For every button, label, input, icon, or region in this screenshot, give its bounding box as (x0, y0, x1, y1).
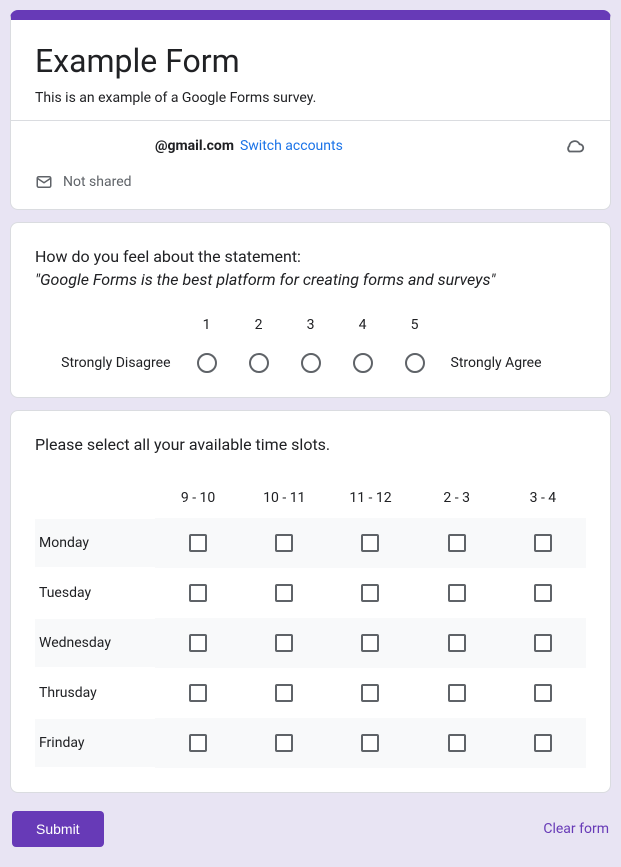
not-shared-text: Not shared (63, 174, 132, 190)
draft-icon (35, 173, 53, 191)
grid-checkbox[interactable] (275, 584, 293, 602)
account-row: @gmail.com Switch accounts (35, 121, 586, 165)
clear-form-link[interactable]: Clear form (543, 821, 609, 837)
grid-checkbox[interactable] (448, 634, 466, 652)
grid-checkbox[interactable] (275, 634, 293, 652)
grid-checkbox[interactable] (534, 584, 552, 602)
grid-checkbox[interactable] (534, 634, 552, 652)
grid-col-header: 9 - 10 (155, 478, 241, 518)
likert-radio-1[interactable] (197, 353, 217, 373)
grid-checkbox[interactable] (361, 734, 379, 752)
grid-checkbox[interactable] (189, 534, 207, 552)
cloud-icon (564, 135, 586, 157)
grid-col-header: 2 - 3 (414, 478, 500, 518)
question-likert-card: How do you feel about the statement: "Go… (10, 222, 611, 398)
form-title: Example Form (35, 42, 586, 80)
likert-radio-3[interactable] (301, 353, 321, 373)
grid-checkbox[interactable] (189, 634, 207, 652)
grid-checkbox[interactable] (361, 684, 379, 702)
form-footer: Submit Clear form (10, 805, 611, 857)
grid-checkbox[interactable] (448, 684, 466, 702)
not-shared-row: Not shared (35, 165, 586, 195)
grid-checkbox[interactable] (448, 534, 466, 552)
form-header-card: Example Form This is an example of a Goo… (10, 10, 611, 210)
switch-accounts-link[interactable]: Switch accounts (240, 138, 343, 154)
likert-radio-5[interactable] (405, 353, 425, 373)
grid-checkbox[interactable] (275, 734, 293, 752)
likert-grid: 1 2 3 4 5 Strongly Disagree Strongly Agr… (35, 317, 586, 373)
grid-checkbox[interactable] (361, 584, 379, 602)
likert-num-2: 2 (233, 317, 285, 333)
grid-checkbox[interactable] (189, 584, 207, 602)
grid-checkbox[interactable] (361, 634, 379, 652)
q1-statement: "Google Forms is the best platform for c… (35, 270, 586, 289)
q2-prompt: Please select all your available time sl… (35, 435, 586, 454)
likert-num-5: 5 (389, 317, 441, 333)
likert-radio-4[interactable] (353, 353, 373, 373)
grid-checkbox[interactable] (448, 734, 466, 752)
grid-col-header: 11 - 12 (327, 478, 413, 518)
grid-col-header: 10 - 11 (241, 478, 327, 518)
submit-button[interactable]: Submit (12, 811, 104, 847)
grid-checkbox[interactable] (189, 734, 207, 752)
form-description: This is an example of a Google Forms sur… (35, 90, 586, 106)
likert-num-3: 3 (285, 317, 337, 333)
likert-num-1: 1 (181, 317, 233, 333)
grid-row-label: Tuesday (35, 569, 155, 617)
grid-row-label: Wednesday (35, 619, 155, 667)
likert-left-label: Strongly Disagree (41, 355, 181, 371)
grid-checkbox[interactable] (534, 534, 552, 552)
grid-checkbox[interactable] (534, 734, 552, 752)
grid-row-label: Frinday (35, 719, 155, 767)
likert-right-label: Strongly Agree (441, 355, 581, 371)
likert-radio-2[interactable] (249, 353, 269, 373)
likert-num-4: 4 (337, 317, 389, 333)
grid-checkbox[interactable] (275, 534, 293, 552)
grid-checkbox[interactable] (189, 684, 207, 702)
grid-row-label: Monday (35, 519, 155, 567)
question-grid-card: Please select all your available time sl… (10, 410, 611, 793)
grid-row-label: Thrusday (35, 669, 155, 717)
q1-prompt: How do you feel about the statement: (35, 247, 586, 266)
account-email: @gmail.com (155, 138, 234, 154)
grid-col-header: 3 - 4 (500, 478, 586, 518)
grid-checkbox[interactable] (275, 684, 293, 702)
grid-checkbox[interactable] (361, 534, 379, 552)
grid-checkbox[interactable] (534, 684, 552, 702)
grid-checkbox[interactable] (448, 584, 466, 602)
checkbox-grid: 9 - 1010 - 1111 - 122 - 33 - 4 MondayTues… (35, 478, 586, 768)
